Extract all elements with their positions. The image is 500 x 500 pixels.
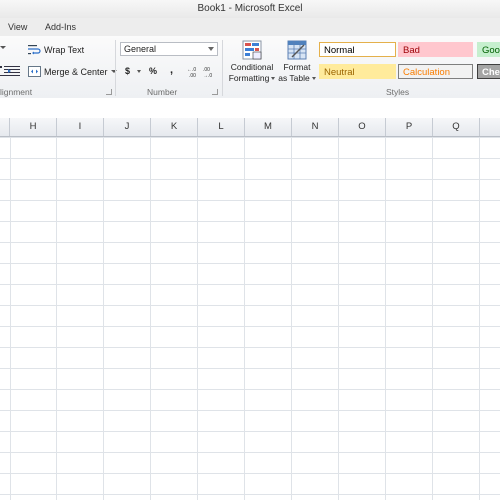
- conditional-formatting-icon: [242, 40, 262, 60]
- group-divider: [222, 40, 223, 96]
- cell-style-neutral[interactable]: Neutral: [319, 64, 396, 79]
- format-as-table-icon: [287, 40, 307, 60]
- tab-view[interactable]: View: [8, 22, 27, 32]
- column-header-i[interactable]: I: [57, 118, 104, 136]
- grid-column-line: [338, 137, 339, 500]
- decrease-decimal-icon: .00 →.0: [203, 67, 212, 77]
- ribbon-tabs: View Add-Ins: [0, 18, 500, 36]
- comma-button[interactable]: ,: [170, 64, 173, 76]
- grid-column-line: [432, 137, 433, 500]
- percent-button[interactable]: %: [149, 66, 157, 76]
- indent-button-2[interactable]: [8, 66, 20, 76]
- grid-column-line: [103, 137, 104, 500]
- format-as-table-label-1: Format: [283, 62, 311, 72]
- format-as-table-line2: as Table: [278, 73, 316, 83]
- column-header-partial[interactable]: [0, 118, 10, 136]
- number-dialog-launcher[interactable]: [212, 89, 218, 95]
- chevron-down-icon: [137, 69, 142, 73]
- chevron-down-icon: [208, 47, 214, 51]
- svg-text:.00: .00: [189, 73, 196, 77]
- cell-style-check-cell[interactable]: Check Cell: [477, 64, 500, 79]
- column-header-o[interactable]: O: [339, 118, 386, 136]
- title-bar: Book1 - Microsoft Excel: [0, 0, 500, 18]
- percent-icon: %: [149, 66, 158, 76]
- wrap-text-button[interactable]: Wrap Text: [28, 44, 84, 55]
- worksheet-grid[interactable]: [0, 137, 500, 500]
- conditional-formatting-label-1: Conditional: [230, 62, 274, 72]
- merge-center-icon: [28, 66, 41, 77]
- column-header-p[interactable]: P: [386, 118, 433, 136]
- grid-column-line: [291, 137, 292, 500]
- grid-column-line: [479, 137, 480, 500]
- wrap-text-icon: [28, 45, 41, 55]
- currency-button[interactable]: $: [125, 66, 142, 76]
- column-header-h[interactable]: H: [10, 118, 57, 136]
- cell-style-good[interactable]: Good: [477, 42, 500, 57]
- grid-column-line: [150, 137, 151, 500]
- chevron-down-icon: [0, 46, 6, 49]
- styles-group-label: Styles: [386, 87, 410, 97]
- chevron-down-icon: [271, 76, 276, 80]
- orientation-dropdown-arrow[interactable]: [0, 44, 6, 49]
- cell-style-normal[interactable]: Normal: [319, 42, 396, 57]
- ribbon: Wrap Text Merge & Center lignment Genera…: [0, 36, 500, 99]
- group-divider: [115, 40, 116, 96]
- formula-bar-area: [0, 98, 500, 119]
- format-as-table-label-2: as Table: [278, 73, 310, 83]
- chevron-down-icon: [311, 76, 316, 80]
- cell-style-bad[interactable]: Bad: [398, 42, 473, 57]
- column-header-row: HIJKLMNOPQ: [0, 118, 500, 137]
- merge-center-button[interactable]: Merge & Center: [28, 66, 117, 77]
- column-header-l[interactable]: L: [198, 118, 245, 136]
- conditional-formatting-label-2: Formatting: [228, 73, 270, 83]
- column-header-m[interactable]: M: [245, 118, 292, 136]
- grid-column-line: [197, 137, 198, 500]
- conditional-formatting-line2: Formatting: [229, 73, 276, 83]
- increase-decimal-button[interactable]: ←.0 .00: [187, 66, 200, 77]
- wrap-text-label: Wrap Text: [44, 44, 85, 55]
- number-group-label: Number: [147, 87, 178, 97]
- decrease-decimal-button[interactable]: .00 →.0: [203, 66, 216, 77]
- grid-column-line: [244, 137, 245, 500]
- column-header-q[interactable]: Q: [433, 118, 480, 136]
- column-header-n[interactable]: N: [292, 118, 339, 136]
- tab-add-ins[interactable]: Add-Ins: [45, 22, 76, 32]
- cell-style-calculation[interactable]: Calculation: [398, 64, 473, 79]
- column-header-j[interactable]: J: [104, 118, 151, 136]
- format-as-table-button[interactable]: Format as Table: [276, 39, 318, 83]
- excel-window: Book1 - Microsoft Excel View Add-Ins Wra…: [0, 0, 500, 500]
- svg-text:→.0: →.0: [203, 73, 212, 77]
- window-title: Book1 - Microsoft Excel: [197, 3, 303, 14]
- merge-center-label: Merge & Center: [44, 66, 108, 77]
- grid-column-line: [385, 137, 386, 500]
- column-header-k[interactable]: K: [151, 118, 198, 136]
- grid-column-line: [56, 137, 57, 500]
- increase-indent-icon: [8, 66, 20, 76]
- conditional-formatting-button[interactable]: Conditional Formatting: [227, 39, 277, 83]
- alignment-group-label: lignment: [0, 87, 33, 97]
- currency-icon: $: [125, 66, 131, 76]
- increase-decimal-icon: ←.0 .00: [187, 67, 196, 77]
- number-format-dropdown[interactable]: General: [120, 42, 218, 56]
- comma-icon: ,: [170, 64, 174, 76]
- grid-column-line: [10, 137, 11, 500]
- alignment-dialog-launcher[interactable]: [106, 89, 112, 95]
- number-format-value: General: [124, 44, 157, 54]
